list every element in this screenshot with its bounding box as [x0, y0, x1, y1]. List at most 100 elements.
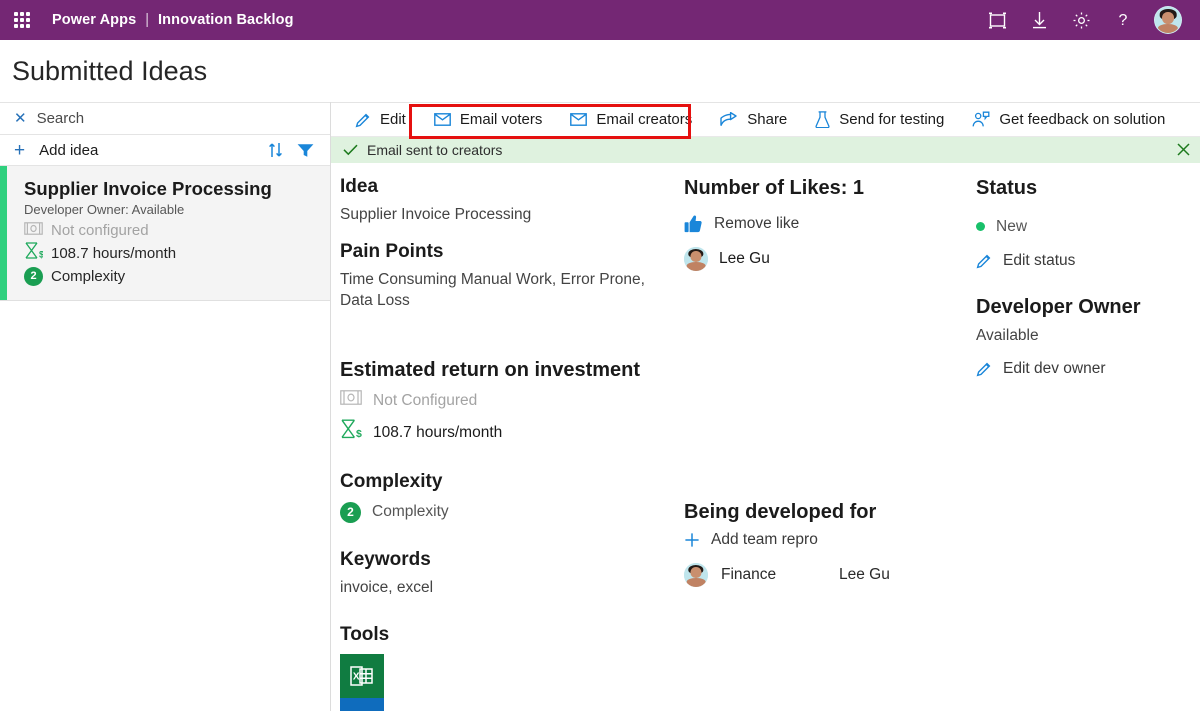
- sort-icon[interactable]: [268, 142, 283, 158]
- excel-icon[interactable]: X: [340, 653, 384, 698]
- page-body: ✕ Search + Add idea Supplier Invoice Pro…: [0, 102, 1200, 711]
- idea-list-panel: ✕ Search + Add idea Supplier Invoice Pro…: [0, 102, 331, 711]
- plus-icon[interactable]: +: [14, 141, 25, 160]
- hourglass-dollar-icon: $: [24, 242, 44, 266]
- send-for-testing-label: Send for testing: [839, 111, 945, 128]
- app-launcher-icon[interactable]: [12, 10, 32, 30]
- person-feedback-icon: [972, 111, 990, 128]
- idea-card-roi-money-text: Not configured: [51, 222, 149, 240]
- likes-heading: Number of Likes: 1: [684, 176, 865, 199]
- roi-money-row: Not Configured: [340, 389, 679, 412]
- complexity-heading: Complexity: [340, 470, 443, 492]
- avatar[interactable]: [1154, 6, 1182, 34]
- idea-heading: Idea: [340, 175, 379, 197]
- tools-list: X O: [340, 653, 384, 711]
- share-button[interactable]: Share: [706, 103, 801, 136]
- avatar: [684, 246, 708, 271]
- get-feedback-label: Get feedback on solution: [999, 111, 1166, 128]
- brand-separator: |: [145, 12, 150, 28]
- detail-column-left: Idea Supplier Invoice Processing Pain Po…: [331, 175, 679, 711]
- tools-heading: Tools: [340, 623, 390, 645]
- mail-icon: [570, 113, 588, 126]
- roi-heading: Estimated return on investment: [340, 359, 641, 382]
- brand-area: Power Apps | Innovation Backlog: [52, 12, 294, 28]
- close-icon[interactable]: [1177, 143, 1190, 156]
- email-voters-label: Email voters: [459, 111, 543, 128]
- idea-card-roi-hours-text: 108.7 hours/month: [51, 244, 177, 262]
- notification-message: Email sent to creators: [367, 141, 503, 158]
- email-creators-label: Email creators: [596, 111, 693, 128]
- keywords-heading: Keywords: [340, 548, 431, 570]
- status-dot-icon: [976, 221, 985, 231]
- edit-status-button[interactable]: Edit status: [976, 252, 1200, 270]
- clear-search-icon[interactable]: ✕: [14, 111, 27, 126]
- complexity-badge: 2: [340, 501, 361, 523]
- developed-for-heading: Being developed for: [684, 500, 877, 523]
- pencil-icon: [976, 253, 992, 269]
- team-name: Finance: [721, 565, 777, 583]
- roi-hours-row: $ 108.7 hours/month: [340, 419, 679, 446]
- edit-dev-owner-button[interactable]: Edit dev owner: [976, 360, 1200, 378]
- developer-owner-value: Available: [976, 326, 1039, 344]
- status-badge: New: [976, 215, 1200, 238]
- remove-like-label: Remove like: [714, 214, 800, 232]
- team-person: Lee Gu: [839, 565, 890, 583]
- mail-icon: [433, 113, 451, 126]
- share-label: Share: [747, 111, 788, 128]
- developer-owner-heading: Developer Owner: [976, 295, 1141, 318]
- pencil-icon: [355, 112, 371, 128]
- download-icon[interactable]: [1028, 9, 1050, 31]
- share-icon: [720, 112, 738, 127]
- add-idea-button[interactable]: Add idea: [39, 142, 98, 159]
- email-voters-button[interactable]: Email voters: [420, 103, 557, 136]
- search-input[interactable]: ✕ Search: [0, 102, 330, 135]
- svg-text:?: ?: [1119, 12, 1128, 29]
- help-icon[interactable]: ?: [1112, 9, 1134, 31]
- idea-card-roi-hours: $ 108.7 hours/month: [24, 242, 316, 266]
- list-toolbar: + Add idea: [0, 135, 330, 166]
- detail-content: Idea Supplier Invoice Processing Pain Po…: [331, 163, 1200, 711]
- gear-icon[interactable]: [1070, 9, 1092, 31]
- hourglass-dollar-icon: $: [340, 419, 362, 446]
- avatar: [684, 562, 708, 587]
- money-icon: [340, 389, 362, 412]
- present-icon[interactable]: [986, 9, 1008, 31]
- pain-points-heading: Pain Points: [340, 240, 444, 262]
- thumbs-up-icon: [684, 215, 703, 233]
- send-for-testing-button[interactable]: Send for testing: [801, 103, 958, 136]
- page-title: Submitted Ideas: [0, 40, 1200, 102]
- app-name[interactable]: Innovation Backlog: [158, 12, 294, 28]
- keywords-value: invoice, excel: [340, 579, 434, 597]
- edit-button[interactable]: Edit: [341, 103, 420, 136]
- status-value: New: [996, 217, 1028, 235]
- pencil-icon: [976, 361, 992, 377]
- avatar-face: [684, 562, 708, 587]
- outlook-icon[interactable]: O: [340, 697, 384, 711]
- idea-card-complexity: 2 Complexity: [24, 266, 316, 288]
- idea-value: Supplier Invoice Processing: [340, 206, 532, 224]
- detail-panel: Edit Email voters Email creators Share S…: [331, 102, 1200, 711]
- add-team-repro-label: Add team repro: [711, 530, 818, 548]
- complexity-label: Complexity: [372, 503, 449, 521]
- svg-text:$: $: [356, 428, 362, 439]
- idea-card-complexity-label: Complexity: [51, 267, 126, 285]
- get-feedback-button[interactable]: Get feedback on solution: [958, 103, 1179, 136]
- brand-name[interactable]: Power Apps: [52, 12, 136, 28]
- detail-column-right: Status New Edit status Developer Owner A…: [965, 175, 1200, 711]
- remove-like-button[interactable]: Remove like: [684, 215, 965, 233]
- voter-row: Lee Gu: [684, 246, 965, 271]
- team-row: Finance Lee Gu: [684, 562, 965, 587]
- roi-money-value: Not Configured: [373, 392, 478, 410]
- header-actions: ?: [986, 6, 1182, 34]
- add-team-repro-button[interactable]: Add team repro: [684, 531, 965, 549]
- roi-hours-value: 108.7 hours/month: [373, 423, 503, 441]
- list-item[interactable]: Supplier Invoice Processing Developer Ow…: [0, 166, 330, 302]
- edit-label: Edit: [380, 111, 406, 128]
- idea-card-owner: Developer Owner: Available: [24, 202, 185, 218]
- filter-icon[interactable]: [297, 143, 314, 158]
- email-creators-button[interactable]: Email creators: [556, 103, 706, 136]
- edit-status-label: Edit status: [1003, 251, 1076, 269]
- complexity-badge: 2: [24, 267, 43, 286]
- idea-card-roi-money: Not configured: [24, 220, 316, 242]
- avatar-face: [684, 246, 708, 271]
